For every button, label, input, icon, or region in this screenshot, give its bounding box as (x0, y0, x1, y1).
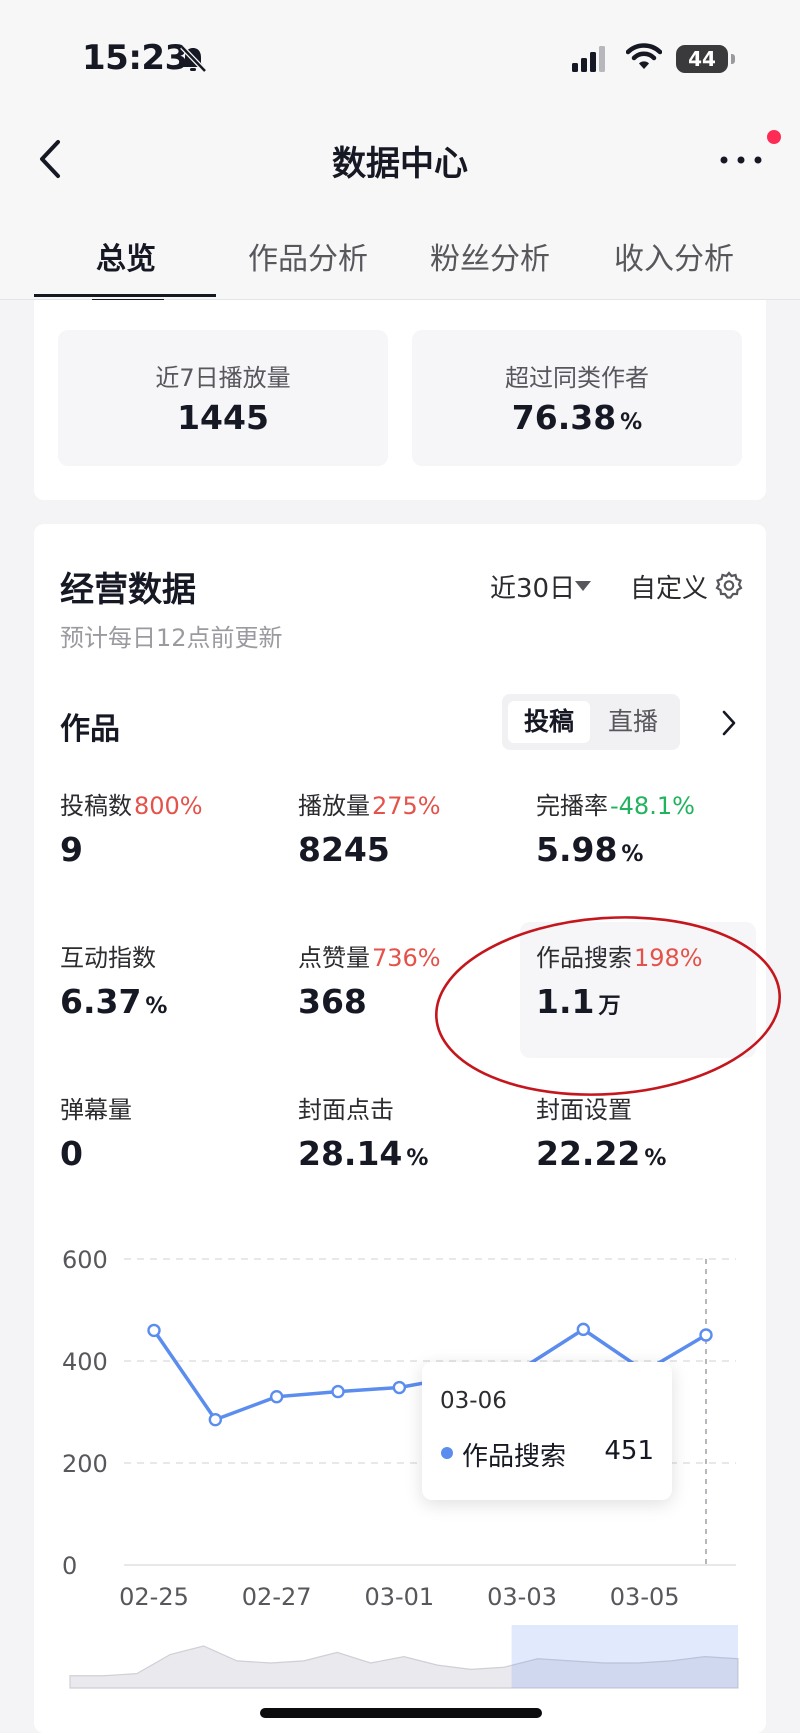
metric-label: 投稿数800% (60, 792, 203, 820)
period-dropdown[interactable]: 近30日 (490, 568, 575, 605)
summary-label: 近7日播放量 (155, 364, 291, 392)
status-bar: 15:23 44 (0, 0, 800, 110)
summary-card: 近7日播放量 1445 超过同类作者 76.38% (34, 300, 766, 500)
update-note: 预计每日12点前更新 (60, 624, 283, 652)
y-tick-label: 0 (62, 1552, 77, 1580)
works-search-line-chart[interactable]: 0 200 400 600 02-25 02-27 03-01 03-03 03-05 (0, 1200, 800, 1733)
tooltip-date: 03-06 (440, 1388, 507, 1414)
data-point (392, 1380, 407, 1395)
metric-unit: % (621, 842, 644, 867)
bell-off-icon (180, 45, 207, 73)
data-point (576, 1322, 591, 1337)
metric-cover-settings[interactable]: 封面设置 22.22% (536, 1090, 766, 1210)
metric-unit: % (644, 1146, 667, 1171)
summary-value: 76.38% (511, 398, 643, 437)
metric-label: 互动指数 (60, 944, 156, 972)
x-tick-label: 02-25 (119, 1583, 189, 1611)
metric-unit: % (145, 994, 168, 1019)
metric-label: 播放量275% (298, 792, 441, 820)
metric-label: 点赞量736% (298, 944, 441, 972)
data-point (208, 1412, 223, 1427)
metric-interaction-index[interactable]: 互动指数 6.37% (60, 938, 290, 1058)
summary-box-plays[interactable]: 近7日播放量 1445 (58, 330, 388, 466)
data-point (147, 1323, 161, 1338)
chart-tooltip: 03-06 作品搜索 451 (422, 1362, 672, 1500)
nav-bar: 数据中心 (0, 110, 800, 210)
overview-selected-range (511, 1625, 738, 1688)
home-indicator (260, 1708, 542, 1718)
metric-value: 22.22% (536, 1134, 667, 1173)
gear-icon[interactable] (714, 570, 744, 600)
works-section-title: 作品 (60, 712, 120, 747)
metric-value: 28.14% (298, 1134, 429, 1173)
data-point (269, 1389, 284, 1404)
wifi-icon (626, 43, 662, 69)
summary-value: 1445 (177, 398, 269, 437)
y-tick-label: 400 (62, 1348, 108, 1376)
battery-cap (731, 54, 735, 64)
summary-unit: % (620, 410, 643, 435)
metric-unit: % (406, 1146, 429, 1171)
status-time: 15:23 (82, 38, 188, 78)
data-point (699, 1328, 713, 1342)
works-segmented-control: 投稿 直播 (502, 694, 680, 750)
metric-change: 275% (372, 792, 441, 820)
metric-label: 完播率-48.1% (536, 792, 695, 820)
tooltip-value: 451 (604, 1436, 654, 1466)
y-tick-label: 600 (62, 1246, 108, 1274)
data-point (331, 1384, 345, 1399)
x-tick-label: 02-27 (242, 1583, 312, 1611)
metric-cover-clicks[interactable]: 封面点击 28.14% (298, 1090, 528, 1210)
tab-fans-analysis[interactable]: 粉丝分析 (398, 234, 582, 278)
summary-label: 超过同类作者 (505, 364, 649, 392)
metric-value: 5.98% (536, 830, 644, 869)
metric-value: 9 (60, 830, 83, 869)
chevron-right-icon[interactable] (720, 708, 738, 738)
more-icon[interactable] (718, 150, 764, 170)
business-data-title: 经营数据 (60, 570, 196, 610)
tooltip-series-name: 作品搜索 (462, 1442, 567, 1472)
metric-completion-rate[interactable]: 完播率-48.1% 5.98% (536, 786, 766, 906)
metric-value: 6.37% (60, 982, 168, 1021)
custom-button[interactable]: 自定义 (630, 568, 708, 605)
tab-income-analysis[interactable]: 收入分析 (582, 234, 766, 278)
x-tick-label: 03-05 (610, 1583, 680, 1611)
active-tab-indicator (34, 294, 216, 297)
y-tick-label: 200 (62, 1450, 108, 1478)
x-tick-label: 03-03 (487, 1583, 557, 1611)
metric-label: 封面点击 (298, 1096, 394, 1124)
metric-plays[interactable]: 播放量275% 8245 (298, 786, 528, 906)
tab-bar: 总览 作品分析 粉丝分析 收入分析 (0, 210, 800, 302)
segment-submissions[interactable]: 投稿 (508, 701, 590, 743)
battery-icon: 44 (676, 45, 728, 73)
metric-value: 8245 (298, 830, 390, 869)
red-circle-annotation (435, 916, 781, 1096)
metric-value: 368 (298, 982, 367, 1021)
metric-submissions[interactable]: 投稿数800% 9 (60, 786, 290, 906)
metric-change: 800% (134, 792, 203, 820)
metric-value: 0 (60, 1134, 83, 1173)
page-title: 数据中心 (332, 144, 468, 184)
x-tick-label: 03-01 (364, 1583, 434, 1611)
summary-box-rank[interactable]: 超过同类作者 76.38% (412, 330, 742, 466)
metric-danmaku[interactable]: 弹幕量 0 (60, 1090, 290, 1210)
metric-label: 弹幕量 (60, 1096, 132, 1124)
tooltip-series-dot (441, 1447, 453, 1459)
metric-change: -48.1% (610, 792, 695, 820)
tab-overview[interactable]: 总览 (34, 234, 218, 278)
notification-dot (767, 130, 781, 144)
tab-works-analysis[interactable]: 作品分析 (216, 234, 400, 278)
caret-down-icon[interactable] (574, 580, 592, 592)
segment-live[interactable]: 直播 (592, 701, 674, 743)
signal-icon (572, 46, 605, 72)
